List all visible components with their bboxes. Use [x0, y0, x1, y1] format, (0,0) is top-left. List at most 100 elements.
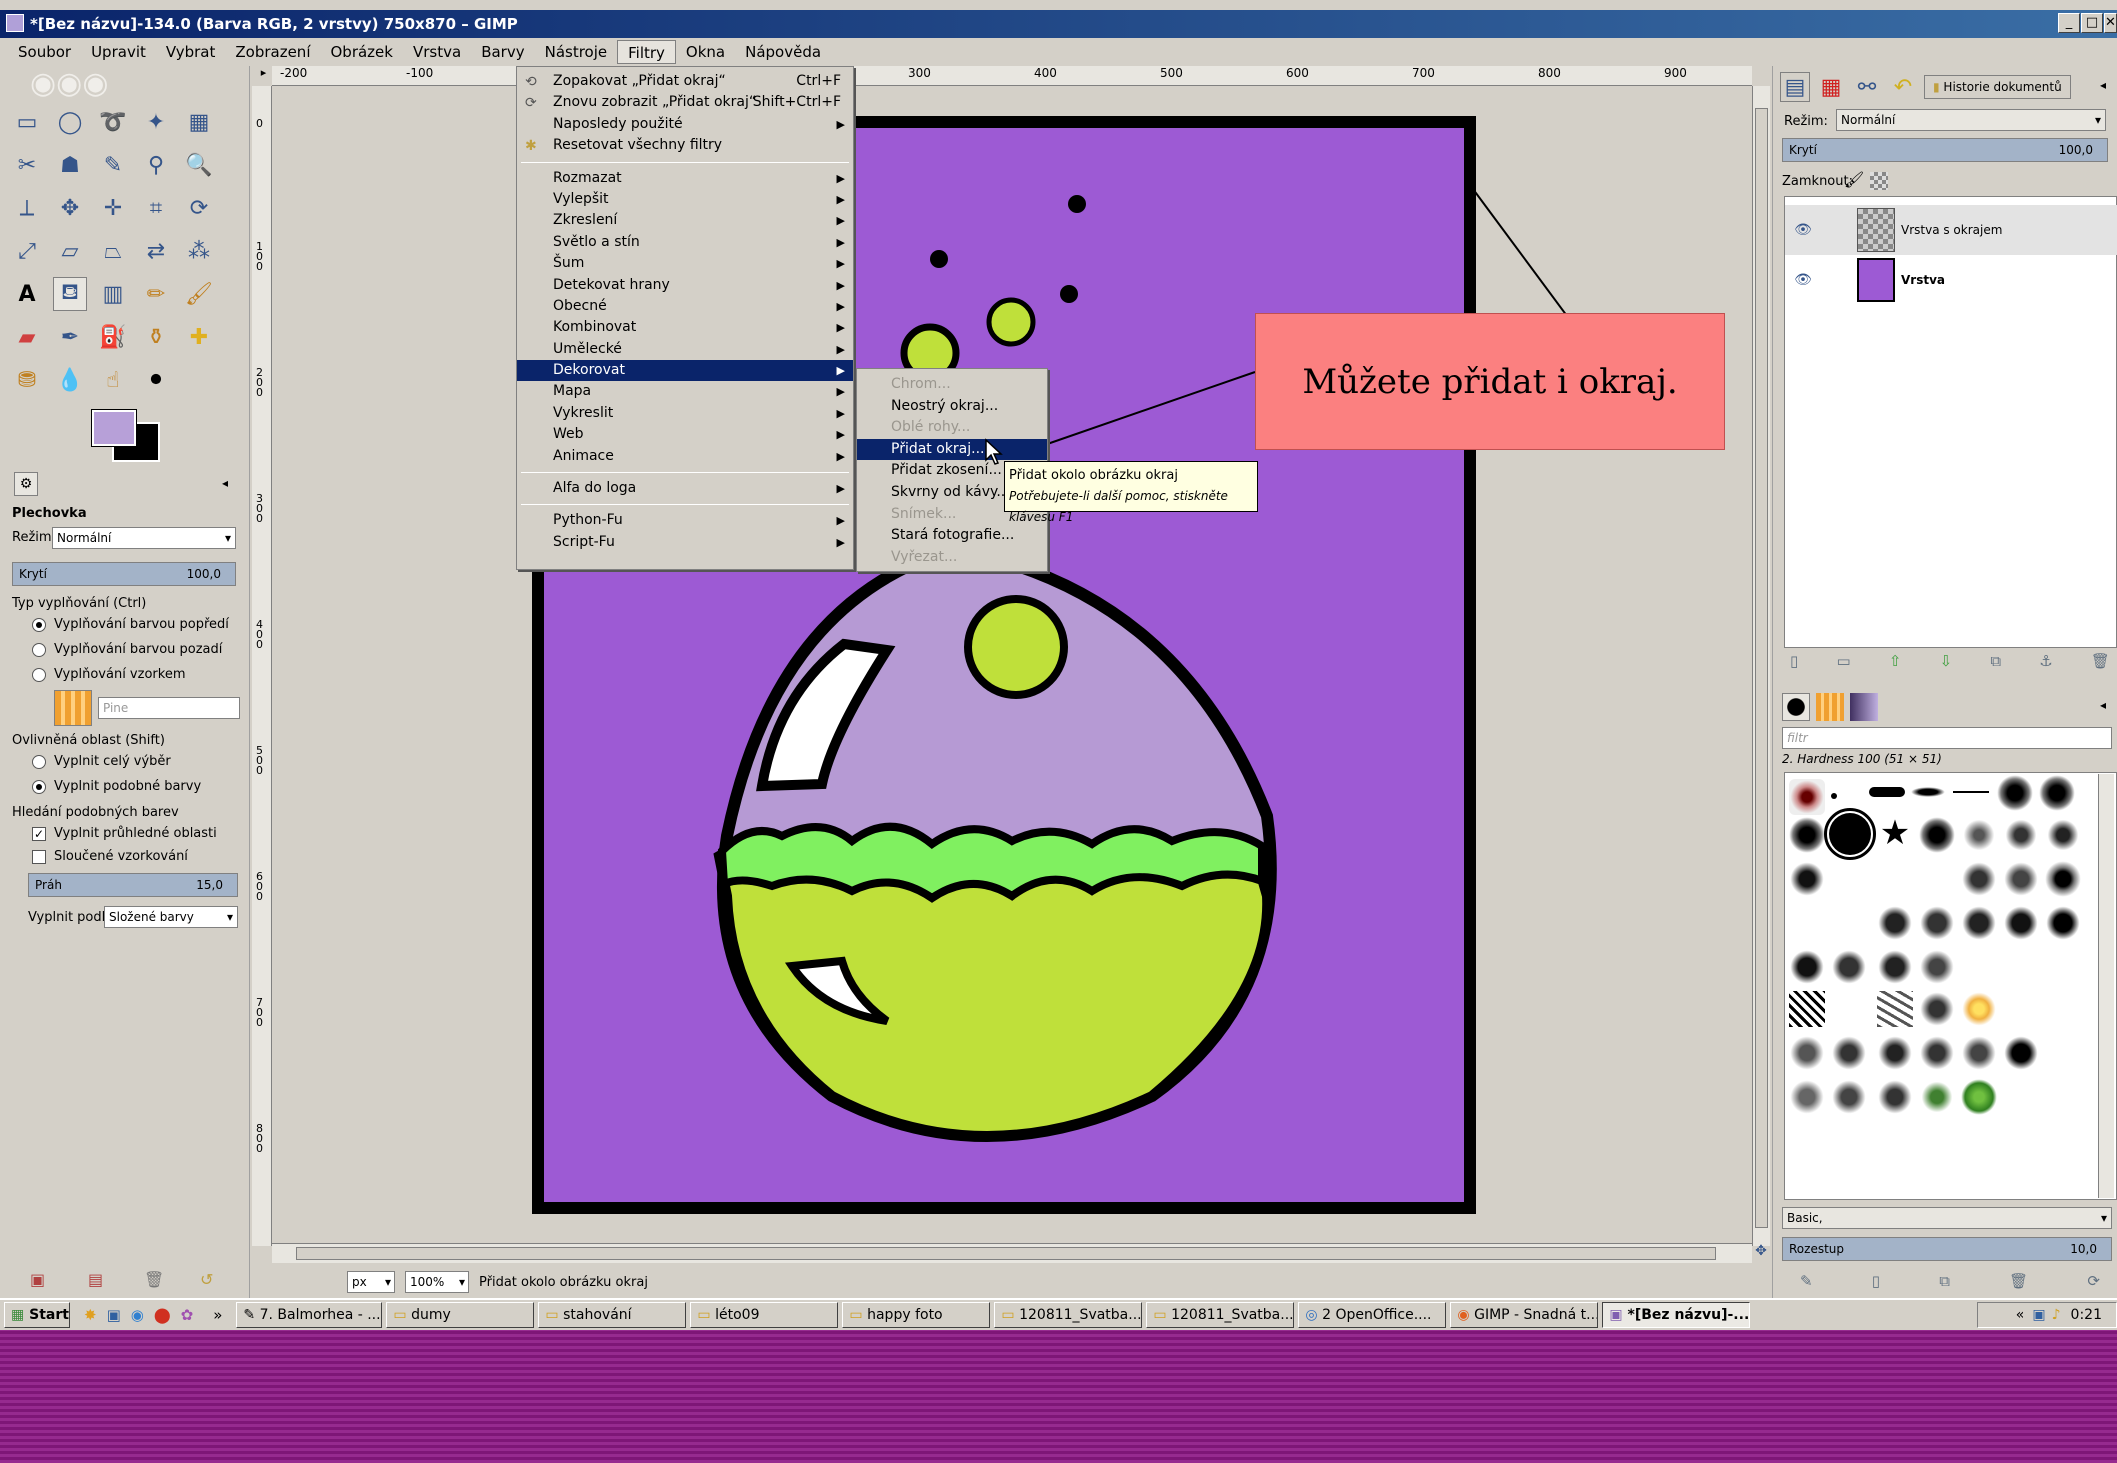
mode-dropdown[interactable]: Normální ▾: [52, 527, 236, 549]
flip-icon[interactable]: ⇄: [139, 234, 173, 268]
taskbar-item[interactable]: ▭ léto09: [690, 1302, 839, 1328]
brush-item[interactable]: [1919, 991, 1955, 1027]
foreground-select-icon[interactable]: ☗: [53, 148, 87, 182]
menu-item-blur[interactable]: Rozmazat ▶: [517, 168, 853, 189]
brush-item[interactable]: [2045, 817, 2081, 853]
fuzzy-select-icon[interactable]: ✦: [139, 105, 173, 139]
menu-filtry[interactable]: Filtry: [617, 40, 676, 64]
menu-vybrat[interactable]: Vybrat: [156, 40, 226, 64]
vertical-scrollbar[interactable]: [1752, 86, 1770, 1246]
text-tool-icon[interactable]: A: [10, 277, 44, 311]
menu-arrow-icon[interactable]: ▸: [255, 66, 272, 86]
submenu-item-stencil-carve[interactable]: Vyřezat...: [857, 547, 1047, 569]
gimp-app-icon[interactable]: [6, 14, 24, 32]
radio-fill-pattern[interactable]: Vyplňování vzorkem: [32, 667, 185, 682]
brush-item[interactable]: [1919, 949, 1955, 985]
brush-item[interactable]: [1877, 991, 1913, 1027]
brush-item[interactable]: [2003, 905, 2039, 941]
brush-item[interactable]: [1789, 991, 1825, 1027]
submenu-item-add-border[interactable]: Přidat okraj...: [857, 438, 1047, 461]
brush-item[interactable]: [2003, 817, 2039, 853]
bucket-fill-icon[interactable]: ⛾: [53, 277, 87, 311]
volume-icon[interactable]: ♪: [2052, 1307, 2061, 1323]
menu-item-script-fu[interactable]: Script-Fu ▶: [517, 532, 853, 553]
brush-item[interactable]: [1953, 791, 1989, 793]
brush-item[interactable]: [1789, 1079, 1825, 1115]
submenu-item-old-photo[interactable]: Stará fotografie...: [857, 525, 1047, 547]
scroll-thumb[interactable]: [296, 1247, 1716, 1260]
heal-icon[interactable]: ✚: [182, 320, 216, 354]
eye-icon[interactable]: 👁: [1785, 272, 1821, 288]
brush-item[interactable]: [1961, 1035, 1997, 1071]
cage-icon[interactable]: ⁂: [182, 234, 216, 268]
vertical-ruler[interactable]: 0 1 0 0 2 0 0 3 0 0 4 0 0 5 0 0 6 0 0 7 …: [252, 86, 272, 1246]
zoom-dropdown[interactable]: 100% ▾: [405, 1271, 469, 1293]
quicklaunch-icon[interactable]: ▣: [107, 1306, 121, 1324]
menu-item-animation[interactable]: Animace ▶: [517, 446, 853, 467]
submenu-item-chrome[interactable]: Chrom...: [857, 374, 1047, 396]
check-sample-merged[interactable]: Sloučené vzorkování: [32, 849, 188, 864]
channels-tab-icon[interactable]: ▦: [1816, 72, 1846, 102]
delete-brush-icon[interactable]: 🗑: [2009, 1272, 2028, 1290]
brush-item[interactable]: [2003, 1035, 2039, 1071]
zoom-icon[interactable]: 🔍: [182, 148, 216, 182]
paintbrush-icon[interactable]: 🖌: [182, 277, 216, 311]
anchor-layer-icon[interactable]: ⚓: [2039, 652, 2052, 670]
taskbar-item[interactable]: ▭ stahování: [538, 1302, 687, 1328]
brush-item[interactable]: [1911, 787, 1945, 797]
menu-item-reshow[interactable]: ⟳ Znovu zobrazit „Přidat okraj“ Shift+Ctrl…: [517, 92, 853, 113]
brush-item[interactable]: [1919, 905, 1955, 941]
brush-item[interactable]: [1831, 1035, 1867, 1071]
taskbar-item-active[interactable]: ▣ *[Bez názvu]-...: [1602, 1302, 1751, 1328]
menu-nastroje[interactable]: Nástroje: [535, 40, 618, 64]
taskbar-item[interactable]: ▭ dumy: [386, 1302, 535, 1328]
menu-item-edge-detect[interactable]: Detekovat hrany ▶: [517, 275, 853, 296]
delete-layer-icon[interactable]: 🗑: [2091, 652, 2110, 670]
ellipse-select-icon[interactable]: ◯: [53, 105, 87, 139]
brush-item[interactable]: [1877, 1035, 1913, 1071]
layers-tab-icon[interactable]: ▤: [1780, 72, 1810, 102]
menu-item-web[interactable]: Web ▶: [517, 424, 853, 445]
layer-opacity-slider[interactable]: Krytí 100,0: [1782, 138, 2108, 162]
brush-preset-dropdown[interactable]: Basic, ▾: [1782, 1207, 2112, 1229]
menu-item-repeat[interactable]: ⟲ Zopakovat „Přidat okraj“ Ctrl+F: [517, 71, 853, 92]
rotate-icon[interactable]: ⟳: [182, 191, 216, 225]
shear-icon[interactable]: ▱: [53, 234, 87, 268]
menu-item-noise[interactable]: Šum ▶: [517, 253, 853, 274]
tab-document-history[interactable]: ▮ Historie dokumentů: [1924, 75, 2071, 99]
brush-item[interactable]: [2003, 861, 2039, 897]
dodge-burn-icon[interactable]: ⚫: [139, 363, 173, 397]
menu-item-recent[interactable]: Naposledy použité ▶: [517, 114, 853, 135]
brushes-tab-icon[interactable]: [1782, 693, 1810, 721]
eye-icon[interactable]: 👁: [1785, 222, 1821, 238]
menu-upravit[interactable]: Upravit: [81, 40, 156, 64]
menu-item-artistic[interactable]: Umělecké ▶: [517, 339, 853, 360]
blur-icon[interactable]: 💧: [53, 363, 87, 397]
align-icon[interactable]: ✛: [96, 191, 130, 225]
perspective-clone-icon[interactable]: ⛃: [10, 363, 44, 397]
brush-item[interactable]: [1961, 991, 1997, 1027]
menu-item-distorts[interactable]: Zkreslení ▶: [517, 210, 853, 231]
menu-okna[interactable]: Okna: [676, 40, 735, 64]
chevron-right-icon[interactable]: »: [213, 1306, 222, 1324]
move-icon[interactable]: ✥: [53, 191, 87, 225]
quicklaunch-icon[interactable]: ✸: [84, 1306, 97, 1324]
eraser-icon[interactable]: ▰: [10, 320, 44, 354]
check-fill-transparent[interactable]: ✓ Vyplnit průhledné oblasti: [32, 826, 217, 841]
color-picker-icon[interactable]: ⚲: [139, 148, 173, 182]
menu-item-generic[interactable]: Obecné ▶: [517, 296, 853, 317]
brush-item[interactable]: ★: [1877, 815, 1913, 851]
menu-item-python-fu[interactable]: Python-Fu ▶: [517, 510, 853, 531]
minimize-button[interactable]: _: [2058, 13, 2080, 33]
threshold-slider[interactable]: Práh 15,0: [28, 873, 238, 897]
quicklaunch-icon[interactable]: ⬤: [154, 1306, 171, 1324]
dock-menu-icon[interactable]: ◂: [2100, 698, 2106, 712]
brush-item[interactable]: [2039, 775, 2075, 811]
brushes-scrollbar[interactable]: [2098, 774, 2114, 1198]
clone-icon[interactable]: ⚱: [139, 320, 173, 354]
delete-options-icon[interactable]: 🗑: [144, 1270, 164, 1289]
chevron-left-icon[interactable]: «: [2016, 1307, 2025, 1323]
horizontal-ruler[interactable]: -200 -100 300 400 500 600 700 800 900: [272, 66, 1752, 86]
duplicate-brush-icon[interactable]: ⧉: [1939, 1272, 1950, 1290]
maximize-button[interactable]: □: [2081, 13, 2103, 33]
